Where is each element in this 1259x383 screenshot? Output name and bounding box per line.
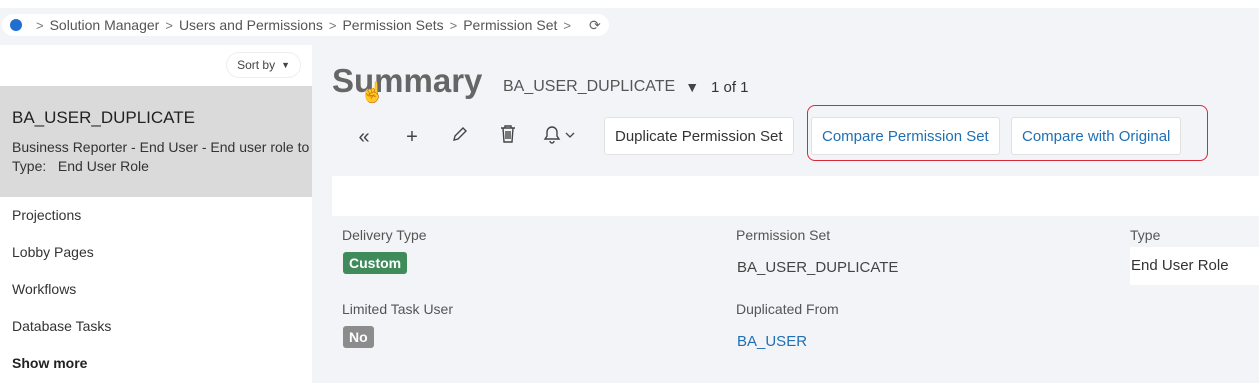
top-strip [0,0,1259,8]
duplicated-from-label: Duplicated From [736,301,839,317]
selected-record-description: Business Reporter - End User - End user … [12,139,310,155]
sort-by-button[interactable]: Sort by ▼ [227,53,300,77]
panel-header [332,176,1259,216]
edit-icon[interactable] [436,125,484,149]
delete-icon[interactable] [484,124,532,150]
permission-set-value: BA_USER_DUPLICATE [737,259,899,276]
selected-record-type: Type: End User Role [12,158,149,174]
chevron-right-icon: > [36,17,44,33]
record-selector[interactable]: BA_USER_DUPLICATE ▼ [503,78,699,96]
type-label: Type [1130,227,1161,243]
nav-item-workflows[interactable]: Workflows [0,277,312,314]
home-icon[interactable] [10,19,22,31]
show-more-link[interactable]: Show more [0,351,312,383]
left-panel: Sort by ▼ BA_USER_DUPLICATE Business Rep… [0,45,312,383]
caret-down-icon: ▼ [281,60,290,70]
compare-permission-set-button[interactable]: Compare Permission Set [811,117,1000,155]
selected-record-card[interactable]: BA_USER_DUPLICATE Business Reporter - En… [0,86,312,197]
selected-record-title: BA_USER_DUPLICATE [12,108,195,127]
permission-set-label: Permission Set [736,227,831,243]
hand-cursor-icon: ☝ [360,82,385,104]
chevron-right-icon: > [165,17,173,33]
breadcrumb-solution-manager[interactable]: Solution Manager [50,17,160,33]
limited-task-user-label: Limited Task User [342,301,454,317]
bell-icon[interactable] [532,124,588,150]
add-icon[interactable]: + [388,126,436,149]
chevron-right-icon: > [449,17,458,33]
chevron-right-icon: > [328,17,337,33]
nav-item-database-tasks[interactable]: Database Tasks [0,314,312,351]
limited-task-user-badge: No [343,326,374,348]
nav-item-projections[interactable]: Projections [0,203,312,240]
refresh-icon[interactable]: ⟳ [589,17,601,34]
toolbar: « + [340,118,588,156]
breadcrumb-users-and-permissions[interactable]: Users and Permissions [179,17,323,33]
breadcrumb-permission-sets[interactable]: Permission Sets [342,17,443,33]
delivery-type-badge: Custom [343,252,408,274]
duplicated-from-link[interactable]: BA_USER [737,333,807,350]
compare-with-original-button[interactable]: Compare with Original [1011,117,1182,155]
caret-down-icon: ▼ [685,79,700,95]
page-title: Summary [332,62,483,99]
delivery-type-label: Delivery Type [342,227,427,243]
breadcrumb-permission-set[interactable]: Permission Set [463,17,557,33]
duplicate-permission-set-button[interactable]: Duplicate Permission Set [604,117,794,155]
nav-item-lobby-pages[interactable]: Lobby Pages [0,240,312,277]
chevron-right-icon: > [563,17,571,33]
record-selector-label: BA_USER_DUPLICATE [503,78,676,95]
type-value: End User Role [1130,247,1259,285]
collapse-icon[interactable]: « [340,126,388,149]
record-pager: 1 of 1 [711,79,749,96]
breadcrumb: > Solution Manager > Users and Permissio… [2,14,609,36]
sort-by-label: Sort by [237,58,276,72]
related-pages-list: Projections Lobby Pages Workflows Databa… [0,197,312,383]
sort-bar: Sort by ▼ [0,45,312,86]
